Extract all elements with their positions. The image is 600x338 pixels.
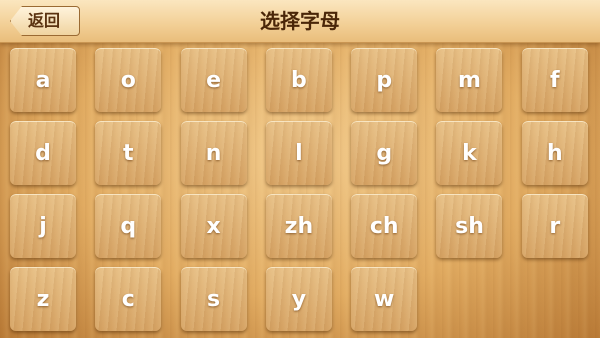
letter-grid: a o e b p m f d t n l g k h j q x zh ch … (10, 48, 588, 331)
letter-tile-j[interactable]: j (10, 194, 76, 258)
letter-tile-o[interactable]: o (95, 48, 162, 112)
letter-tile-a[interactable]: a (10, 48, 76, 112)
letter-tile-q[interactable]: q (95, 194, 162, 258)
letter-tile-w[interactable]: w (351, 267, 418, 331)
letter-tile-k[interactable]: k (436, 121, 503, 185)
top-bar: 返回 选择字母 (0, 0, 600, 43)
letter-tile-e[interactable]: e (180, 48, 247, 112)
letter-tile-d[interactable]: d (10, 121, 76, 185)
letter-tile-zh[interactable]: zh (265, 194, 332, 258)
letter-tile-y[interactable]: y (265, 267, 332, 331)
letter-tile-g[interactable]: g (351, 121, 418, 185)
page-title: 选择字母 (260, 9, 340, 33)
letter-tile-t[interactable]: t (95, 121, 162, 185)
letter-tile-h[interactable]: h (521, 121, 588, 185)
letter-tile-l[interactable]: l (265, 121, 332, 185)
letter-tile-f[interactable]: f (521, 48, 588, 112)
letter-tile-s[interactable]: s (180, 267, 247, 331)
letter-tile-n[interactable]: n (180, 121, 247, 185)
letter-tile-c[interactable]: c (95, 267, 162, 331)
letter-tile-z[interactable]: z (10, 267, 76, 331)
letter-tile-p[interactable]: p (351, 48, 418, 112)
letter-tile-r[interactable]: r (521, 194, 588, 258)
letter-tile-x[interactable]: x (180, 194, 247, 258)
letter-tile-m[interactable]: m (436, 48, 503, 112)
letter-tile-b[interactable]: b (265, 48, 332, 112)
letter-tile-ch[interactable]: ch (351, 194, 418, 258)
letter-tile-sh[interactable]: sh (436, 194, 503, 258)
